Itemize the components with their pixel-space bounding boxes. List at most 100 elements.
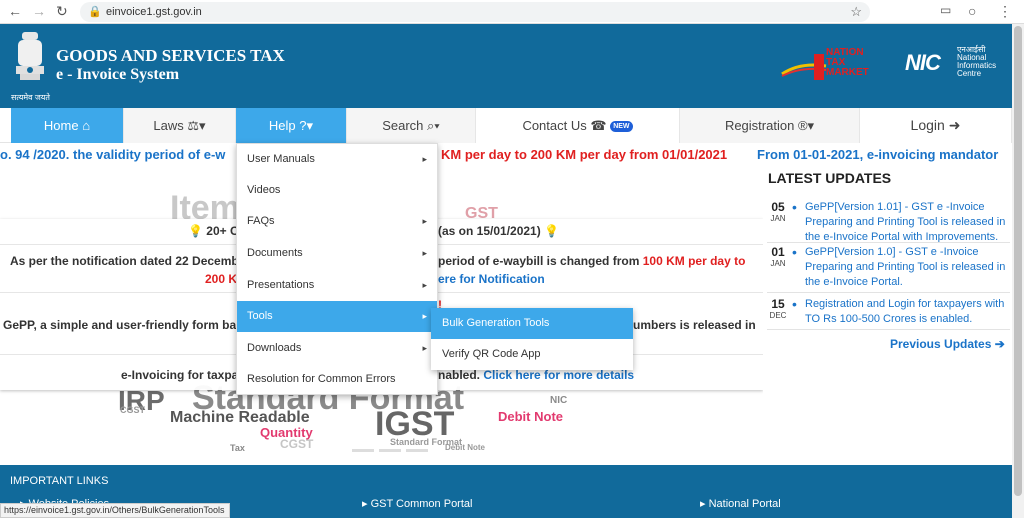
- menu-item-presentations[interactable]: Presentations ▸: [237, 270, 437, 301]
- nav-search-label: Search: [382, 118, 424, 133]
- word-cloud-term: Debit Note: [445, 443, 485, 452]
- site-subtitle: e - Invoice System: [56, 66, 180, 83]
- caret-right-icon: ▸: [422, 343, 427, 353]
- word-cloud-term: NIC: [550, 395, 568, 406]
- announcement-line1-a: 💡 20+ C: [188, 224, 239, 238]
- footer-link-gst-common-portal[interactable]: ▸ GST Common Portal: [362, 497, 472, 510]
- nic-logo-mark: NIC: [905, 50, 941, 75]
- update-day: 01: [771, 245, 785, 259]
- word-cloud-term: Debit Note: [498, 409, 563, 424]
- nav-home-label: Home: [43, 118, 79, 133]
- update-day: 05: [771, 200, 785, 214]
- phone-icon: ☎: [590, 118, 607, 133]
- nav-login[interactable]: Login ➜: [860, 108, 1012, 143]
- more-details-link[interactable]: Click here for more details: [483, 368, 634, 382]
- registered-icon: ®▾: [797, 118, 815, 133]
- nav-registration[interactable]: Registration ®▾: [680, 108, 860, 143]
- help-dropdown-menu: User Manuals ▸ Videos FAQs ▸ Documents ▸ Pr…: [236, 143, 438, 395]
- nav-contact[interactable]: Contact Us ☎ NEW: [476, 108, 680, 143]
- reload-icon[interactable]: ↻: [56, 3, 68, 20]
- browser-status-bar: https://einvoice1.gst.gov.in/Others/Bulk…: [0, 503, 230, 518]
- news-ticker: o. 94 /2020. the validity period of e-w …: [0, 143, 1012, 167]
- latest-updates-title: LATEST UPDATES: [768, 170, 892, 186]
- browser-menu-icon[interactable]: ⋮: [998, 3, 1012, 20]
- word-cloud-term: CGST: [120, 405, 146, 415]
- nav-laws[interactable]: Laws ⚖▾: [124, 108, 236, 143]
- menu-item-user-manuals[interactable]: User Manuals ▸: [237, 144, 437, 175]
- caret-right-icon: ▸: [422, 311, 427, 321]
- announcement-line3-a: 200 K: [205, 272, 238, 286]
- menu-item-tools[interactable]: Tools ▸: [237, 301, 437, 332]
- nation-tax-market-logo: NATION TAX MARKET: [780, 46, 890, 82]
- announcement-line6-b: nabled. Click here for more details: [438, 368, 635, 382]
- home-icon: ⌂: [82, 118, 91, 133]
- menu-item-documents[interactable]: Documents ▸: [237, 238, 437, 269]
- carousel-indicator[interactable]: [352, 449, 374, 452]
- announcement-line6-a: e-Invoicing for taxpa: [121, 368, 239, 382]
- profile-icon[interactable]: ○: [968, 3, 976, 19]
- main-navigation: Home ⌂ Laws ⚖▾ Help ?▾ Search ⌕▾ Contact…: [0, 108, 1012, 143]
- caret-right-icon: ▸: [422, 154, 427, 164]
- latest-updates-panel: LATEST UPDATES 05 JAN • GePP[Version 1.0…: [763, 167, 1012, 465]
- gavel-icon: ⚖▾: [187, 118, 206, 133]
- carousel-indicator[interactable]: [325, 449, 347, 452]
- site-title: GOODS AND SERVICES TAX: [56, 46, 285, 65]
- bookmark-star-icon[interactable]: ☆: [850, 4, 862, 20]
- ntm-line3: MARKET: [826, 67, 869, 78]
- notification-link[interactable]: ere for Notification: [438, 272, 545, 286]
- menu-item-downloads[interactable]: Downloads ▸: [237, 333, 437, 364]
- search-icon: ⌕▾: [427, 118, 440, 133]
- caret-right-icon: ▸: [422, 248, 427, 258]
- update-month: JAN: [770, 259, 786, 268]
- address-bar[interactable]: 🔒 einvoice1.gst.gov.in ☆: [80, 2, 870, 22]
- nav-login-label: Login: [910, 117, 945, 133]
- nav-home[interactable]: Home ⌂: [11, 108, 124, 143]
- ticker-text-2: KM per day to 200 KM per day from 01/01/…: [441, 147, 728, 162]
- nav-help-label: Help: [268, 118, 296, 133]
- nav-search[interactable]: Search ⌕▾: [347, 108, 476, 143]
- announcement-line5-b: umbers is released in: [633, 318, 756, 332]
- extensions-icon[interactable]: ▭: [940, 3, 951, 17]
- nav-registration-label: Registration: [724, 118, 795, 133]
- nic-line3: Centre: [957, 69, 982, 78]
- carousel-indicator[interactable]: [379, 449, 401, 452]
- browser-toolbar: ← → ↻ 🔒 einvoice1.gst.gov.in ☆ ▭ ○ ⋮: [0, 0, 1024, 24]
- nav-help[interactable]: Help ?▾: [236, 108, 347, 143]
- submenu-item-bulk-generation-tools[interactable]: Bulk Generation Tools: [431, 308, 633, 339]
- announcement-line2-b: period of e-waybill is changed from 100 …: [438, 254, 746, 268]
- word-cloud-term: Tax: [230, 443, 245, 453]
- update-month: JAN: [770, 214, 786, 223]
- bullet-icon: •: [792, 296, 797, 312]
- menu-item-videos[interactable]: Videos: [237, 175, 437, 206]
- submenu-item-verify-qr-code-app[interactable]: Verify QR Code App: [431, 339, 633, 370]
- question-circle-icon: ?▾: [299, 118, 314, 133]
- address-bar-url: einvoice1.gst.gov.in: [106, 6, 202, 18]
- caret-right-icon: ▸: [422, 216, 427, 226]
- scrollbar-thumb[interactable]: [1014, 26, 1022, 496]
- ticker-text-1: o. 94 /2020. the validity period of e-w: [0, 147, 226, 162]
- arrow-circle-right-icon: ➔: [994, 337, 1005, 351]
- emblem-motto: सत्यमेव जयते: [11, 93, 50, 102]
- carousel-indicator[interactable]: [406, 449, 428, 452]
- update-month: DEC: [769, 311, 787, 320]
- forward-icon[interactable]: →: [32, 3, 46, 19]
- update-text[interactable]: Registration and Login for taxpayers wit…: [805, 297, 1010, 327]
- previous-updates-link[interactable]: Previous Updates ➔: [890, 337, 1005, 351]
- tools-submenu: Bulk Generation Tools Verify QR Code App: [431, 308, 633, 370]
- footer-link-national-portal[interactable]: ▸ National Portal: [700, 497, 781, 510]
- bullet-icon: •: [792, 199, 797, 215]
- menu-item-faqs[interactable]: FAQs ▸: [237, 206, 437, 237]
- back-icon[interactable]: ←: [8, 3, 22, 19]
- update-text[interactable]: GePP[Version 1.01] - GST e -Invoice Prep…: [805, 200, 1010, 245]
- bullet-icon: •: [792, 244, 797, 260]
- nav-laws-label: Laws: [153, 118, 184, 133]
- announcement-line2-a: As per the notification dated 22 Decemb: [10, 254, 239, 268]
- update-day: 15: [771, 297, 785, 311]
- new-badge: NEW: [610, 121, 633, 133]
- bulb-icon: 💡: [544, 224, 560, 238]
- update-text[interactable]: GePP[Version 1.0] - GST e -Invoice Prepa…: [805, 245, 1010, 290]
- ticker-text-3: From 01-01-2021, e-invoicing mandator: [757, 147, 999, 162]
- caret-right-icon: ▸: [422, 280, 427, 290]
- nic-logo: NIC एनआईसी National Informatics Centre: [905, 46, 996, 80]
- menu-item-resolution-common-errors[interactable]: Resolution for Common Errors: [237, 364, 437, 395]
